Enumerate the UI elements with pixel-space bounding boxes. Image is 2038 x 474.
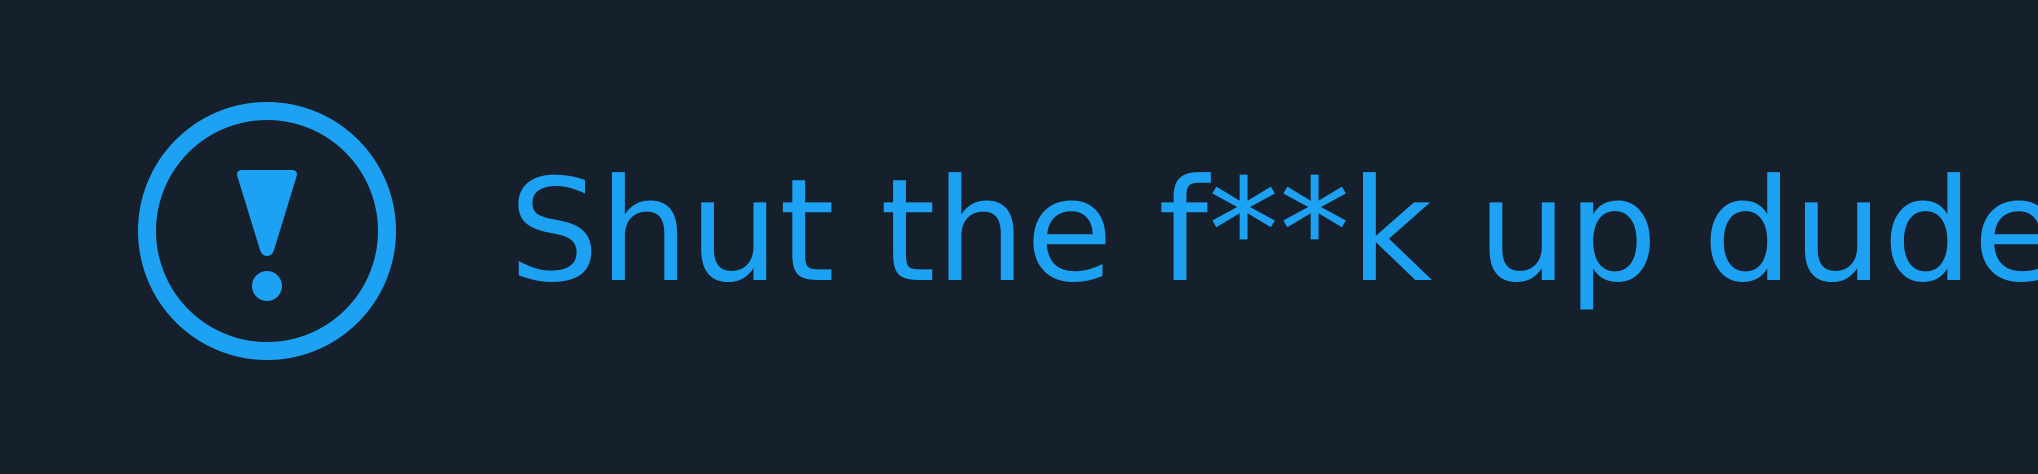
- alert-banner: Shut the f**k up dude: [0, 0, 2038, 474]
- exclamation-circle-icon: [136, 100, 398, 362]
- alert-message: Shut the f**k up dude: [509, 149, 2038, 314]
